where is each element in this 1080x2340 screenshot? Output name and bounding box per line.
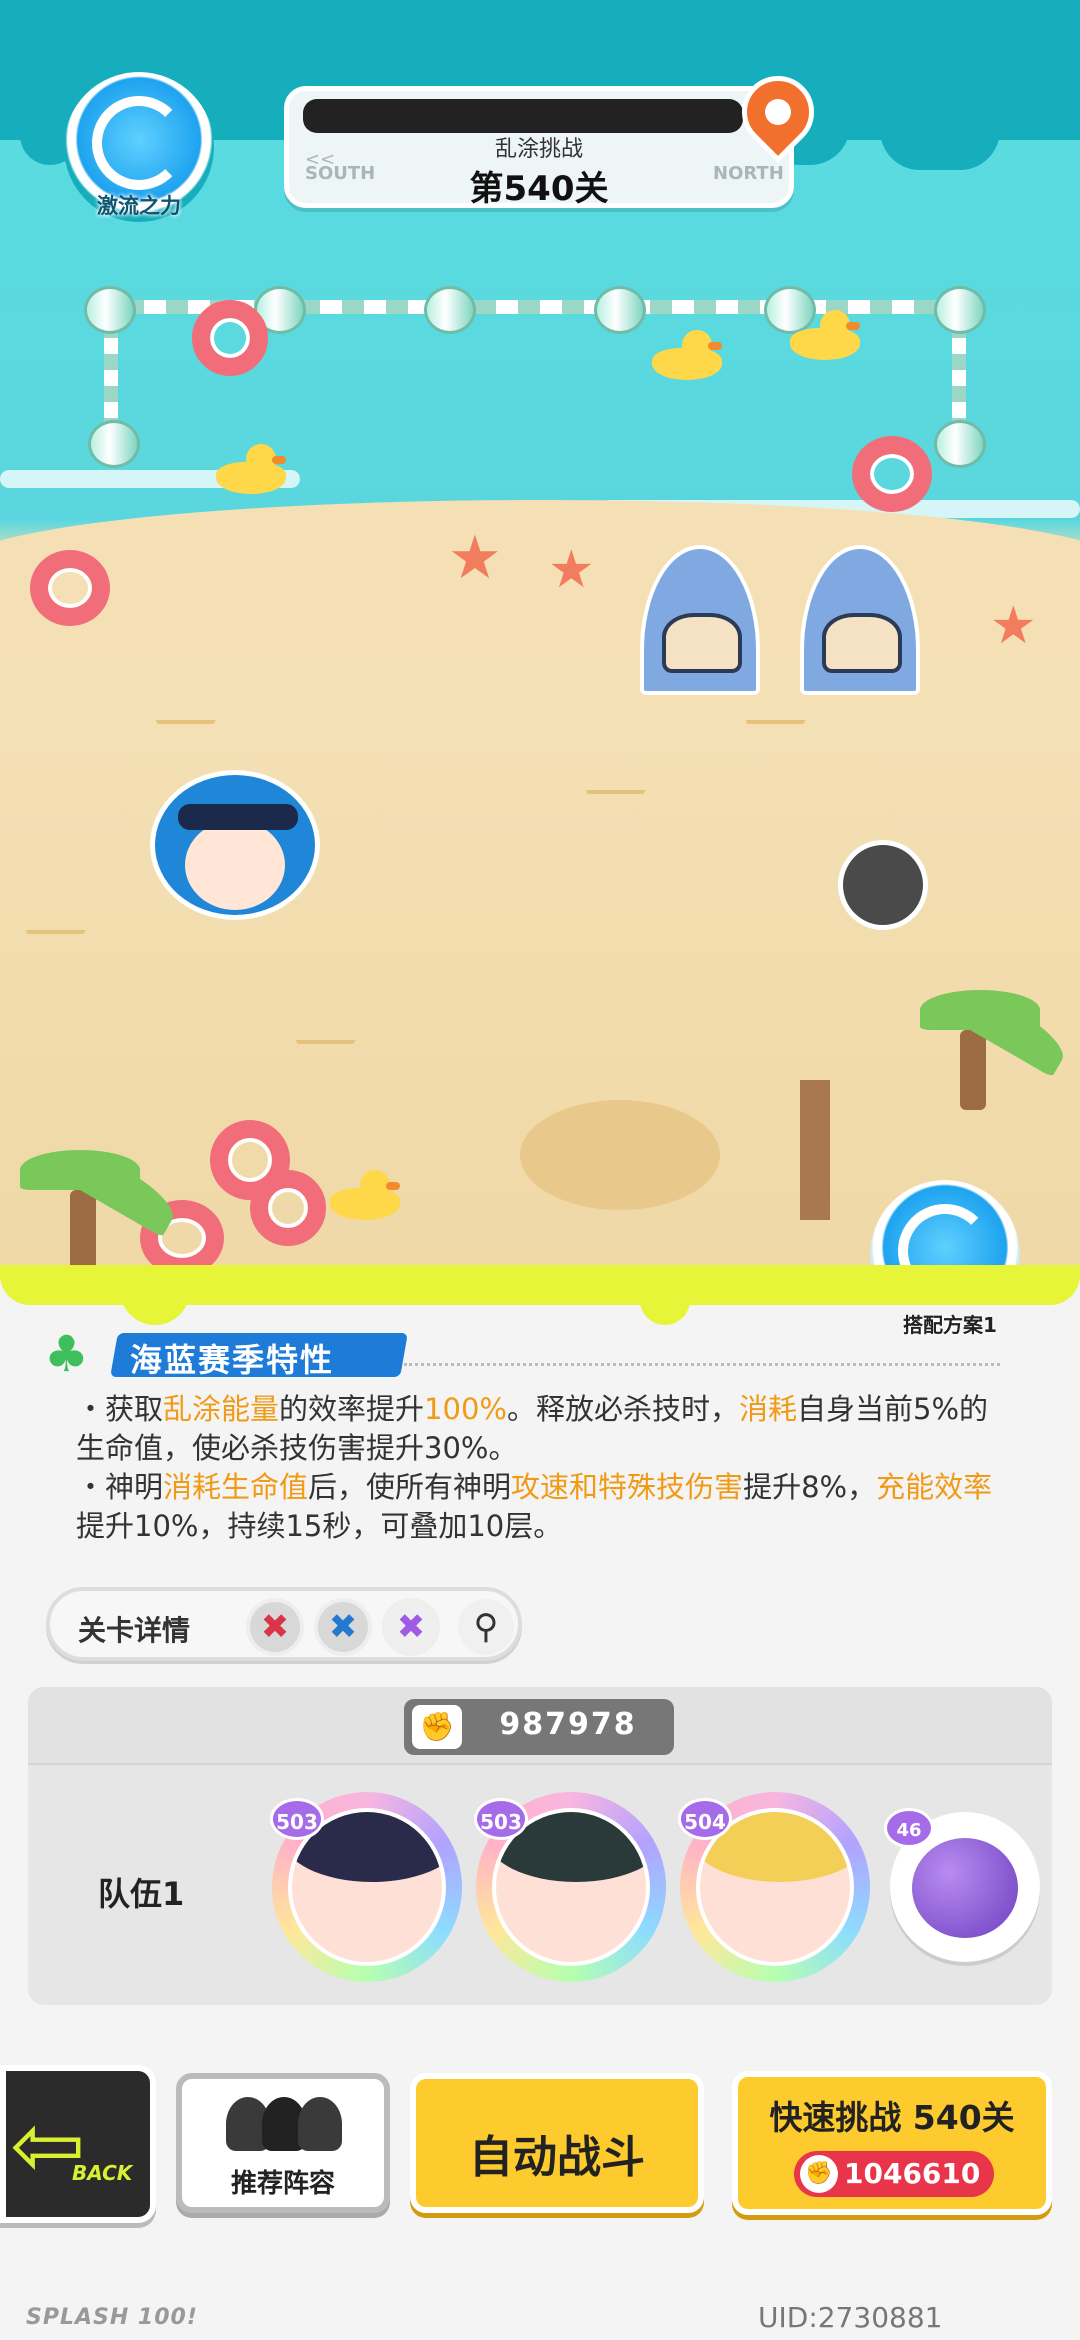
- level-card: << SOUTH NORTH 乱涂挑战 第540关: [284, 86, 794, 209]
- purple-splat-icon: ✖: [382, 1598, 440, 1656]
- level-title: 第540关: [469, 169, 609, 209]
- starfish: ★: [990, 596, 1037, 656]
- team-power-value: 987978: [499, 1707, 637, 1742]
- sea-drip: [880, 100, 1000, 170]
- starfish: ★: [448, 523, 502, 593]
- hero-level: 503: [474, 1798, 528, 1840]
- user-id: UID:2730881: [758, 2301, 943, 2334]
- element-badge-label: 激流之力: [97, 194, 181, 218]
- hero-level: 504: [678, 1798, 732, 1840]
- quick-challenge-power: ✊ 1046610: [794, 2151, 994, 2197]
- buoy: [594, 286, 646, 334]
- swim-ring: [250, 1170, 326, 1246]
- rubber-duck: [652, 330, 722, 380]
- sand-mark: [574, 790, 646, 810]
- starfish: ★: [548, 540, 595, 600]
- quick-challenge-cost: 1046610: [844, 2157, 981, 2190]
- slime-drop: [640, 1285, 690, 1325]
- trait-line: ・获取乱涂能量的效率提升100%。释放必杀技时，消耗自身当前5%的生命值，使必杀…: [76, 1390, 1016, 1468]
- trait-text: 的效率提升: [279, 1392, 425, 1426]
- mix-plan-label[interactable]: 搭配方案1: [860, 1309, 1040, 1338]
- magnifier-icon: ⚲: [458, 1599, 514, 1655]
- stage-detail-label: 关卡详情: [78, 1614, 191, 1647]
- pet-level: 46: [884, 1808, 934, 1848]
- fist-icon: ✊: [800, 2155, 838, 2193]
- team-card[interactable]: ✊ 987978 队伍1 503 503 504 46: [28, 1687, 1052, 2005]
- team-label: 队伍1: [98, 1875, 185, 1913]
- map-scene: 激流之力 << SOUTH NORTH 乱涂挑战 第540关 ★ ★ ★: [0, 0, 1080, 1300]
- rubber-duck: [790, 310, 860, 360]
- season-traits: ・获取乱涂能量的效率提升100%。释放必杀技时，消耗自身当前5%的生命值，使必杀…: [76, 1390, 1016, 1546]
- level-subtitle: 乱涂挑战: [494, 137, 583, 162]
- quick-challenge-button[interactable]: 快速挑战 540关 ✊ 1046610: [732, 2071, 1052, 2215]
- pet-avatar[interactable]: 46: [884, 1808, 1040, 1962]
- back-button[interactable]: ⇦ BACK: [0, 2065, 156, 2223]
- trait-highlight: 消耗: [738, 1392, 797, 1426]
- trait-highlight: 乱涂能量: [163, 1392, 280, 1426]
- auto-battle-button[interactable]: 自动战斗: [410, 2073, 704, 2213]
- divider: [404, 1363, 1000, 1366]
- swirl-icon: [92, 96, 186, 190]
- hero-level: 503: [270, 1798, 324, 1840]
- progress-bar: [303, 99, 743, 133]
- team-power: ✊ 987978: [404, 1699, 674, 1755]
- trait-line: ・神明消耗生命值后，使所有神明攻速和特殊技伤害提升8%，充能效率提升10%，持续…: [76, 1468, 1016, 1546]
- buoy: [84, 286, 136, 334]
- fist-icon: ✊: [412, 1705, 462, 1749]
- rubber-duck: [216, 444, 286, 494]
- season-title-tag: ♣ 海蓝赛季特性: [44, 1325, 408, 1383]
- swim-ring: [852, 436, 932, 512]
- buoy: [88, 420, 140, 468]
- quick-challenge-label: 快速挑战 540关: [769, 2098, 1015, 2137]
- auto-battle-label: 自动战斗: [469, 2132, 645, 2183]
- buoy: [934, 420, 986, 468]
- trait-text: ・获取: [76, 1392, 164, 1426]
- stage-detail-button[interactable]: 关卡详情 ✖ ✖ ✖ ⚲: [46, 1587, 522, 1661]
- trait-text: 。释放必杀技时，: [506, 1392, 739, 1426]
- back-label: BACK: [72, 2161, 133, 2185]
- blue-splat-icon: ✖: [314, 1598, 372, 1656]
- player-character[interactable]: [130, 770, 340, 960]
- sand-mark: [14, 930, 86, 950]
- season-title: 海蓝赛季特性: [130, 1341, 335, 1379]
- ink-blob-enemy[interactable]: [838, 840, 928, 930]
- trait-highlight: 消耗生命值: [163, 1470, 309, 1504]
- info-panel: 搭配方案1 ♣ 海蓝赛季特性 ・获取乱涂能量的效率提升100%。释放必杀技时，消…: [0, 1265, 1080, 2340]
- trait-highlight: 攻速和特殊技伤害: [511, 1470, 744, 1504]
- grape-pet-icon: [912, 1838, 1018, 1938]
- brand-logo: SPLASH 100!: [26, 2305, 198, 2330]
- trait-highlight: 充能效率: [876, 1470, 993, 1504]
- sand-mark: [734, 720, 806, 740]
- buoy: [424, 286, 476, 334]
- trait-text: ・神明: [76, 1470, 164, 1504]
- swim-ring: [30, 550, 110, 626]
- swim-ring: [192, 300, 268, 376]
- hero-avatar[interactable]: 503: [270, 1792, 462, 1982]
- recommend-label: 推荐阵容: [230, 2169, 335, 2199]
- red-splat-icon: ✖: [246, 1598, 304, 1656]
- rubber-duck: [330, 1170, 400, 1220]
- slime-drop: [120, 1285, 190, 1325]
- trait-text: 提升8%，: [743, 1470, 877, 1504]
- sand-pile: [520, 1100, 720, 1210]
- sand-mark: [144, 720, 216, 740]
- buoy: [934, 286, 986, 334]
- hero-avatar[interactable]: 504: [678, 1792, 870, 1982]
- trait-text: 后，使所有神明: [308, 1470, 512, 1504]
- trait-text: 提升10%，持续15秒，可叠加10层。: [76, 1509, 563, 1543]
- signpost: [800, 1080, 830, 1220]
- element-badge[interactable]: 激流之力: [64, 72, 214, 222]
- hero-avatar[interactable]: 503: [474, 1792, 666, 1982]
- palm-icon: ♣: [44, 1325, 89, 1383]
- sunglasses: [178, 804, 298, 830]
- recommend-lineup-button[interactable]: 推荐阵容: [176, 2073, 390, 2213]
- people-icon: [226, 2097, 342, 2151]
- trait-highlight: 100%: [424, 1392, 507, 1426]
- sand-mark: [284, 1040, 356, 1060]
